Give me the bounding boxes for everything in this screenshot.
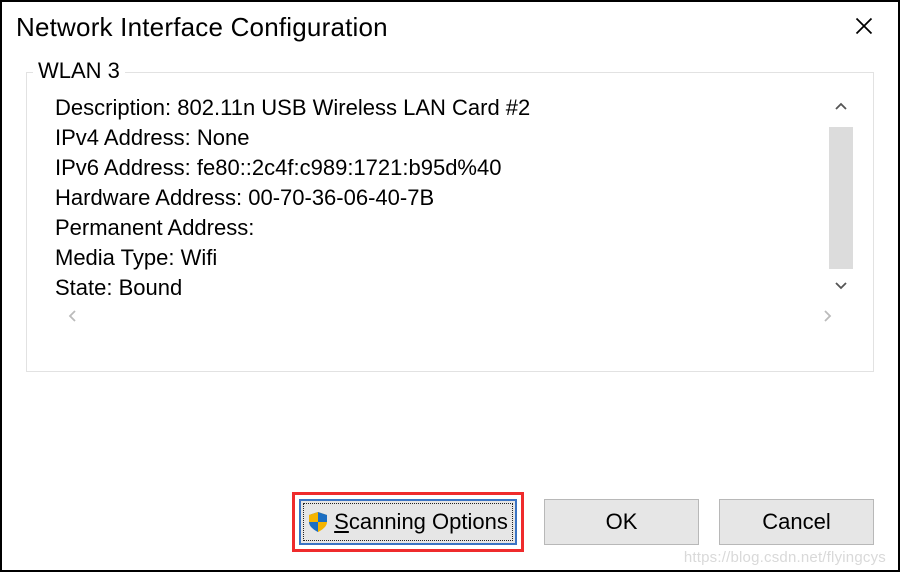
details-text: Description: 802.11n USB Wireless LAN Ca… [45,93,821,303]
interface-group: WLAN 3 Description: 802.11n USB Wireless… [26,72,874,372]
window-title: Network Interface Configuration [16,12,388,43]
horizontal-scrollbar[interactable] [45,303,855,333]
titlebar: Network Interface Configuration [2,2,898,52]
chevron-up-icon[interactable] [833,93,849,125]
content-area: WLAN 3 Description: 802.11n USB Wireless… [2,52,898,492]
scanning-options-label: Scanning Options [334,509,508,535]
hw-row: Hardware Address: 00-70-36-06-40-7B [55,183,821,213]
button-row: Scanning Options OK Cancel [2,492,898,570]
state-row: State: Bound [55,273,821,303]
chevron-left-icon[interactable] [65,307,81,330]
media-row: Media Type: Wifi [55,243,821,273]
vertical-scrollbar[interactable] [827,93,855,303]
ok-label: OK [606,509,638,535]
details-panel: Description: 802.11n USB Wireless LAN Ca… [45,93,855,303]
close-icon[interactable] [844,14,884,40]
scrollbar-track[interactable] [829,127,853,269]
chevron-right-icon[interactable] [819,307,835,330]
dialog-window: Network Interface Configuration WLAN 3 D… [0,0,900,572]
shield-icon [308,511,328,533]
ipv4-row: IPv4 Address: None [55,123,821,153]
cancel-label: Cancel [762,509,830,535]
perm-row: Permanent Address: [55,213,821,243]
chevron-down-icon[interactable] [833,271,849,303]
scanning-options-button[interactable]: Scanning Options [299,499,517,545]
description-row: Description: 802.11n USB Wireless LAN Ca… [55,93,821,123]
highlight-box: Scanning Options [292,492,524,552]
ok-button[interactable]: OK [544,499,699,545]
group-legend: WLAN 3 [33,58,125,84]
ipv6-row: IPv6 Address: fe80::2c4f:c989:1721:b95d%… [55,153,821,183]
cancel-button[interactable]: Cancel [719,499,874,545]
